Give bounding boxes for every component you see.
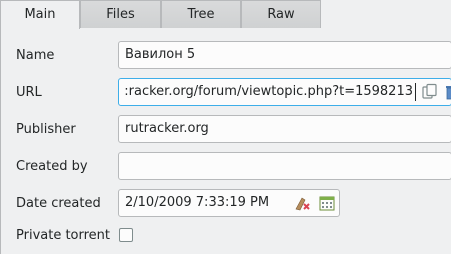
text-cursor (415, 83, 416, 101)
created-by-label: Created by (16, 159, 88, 174)
publisher-label: Publisher (16, 122, 76, 137)
tab-bar: Main Files Tree Raw (0, 0, 451, 29)
url-label: URL (16, 85, 42, 100)
main-panel: Name Вавилон 5 URL :racker.org/forum/vie… (0, 28, 451, 254)
publisher-field[interactable]: rutracker.org (118, 115, 451, 143)
date-created-field[interactable]: 2/10/2009 7:33:19 PM (118, 189, 340, 217)
url-field[interactable]: :racker.org/forum/viewtopic.php?t=159821… (118, 78, 451, 106)
private-torrent-checkbox[interactable] (119, 228, 133, 242)
date-created-label: Date created (16, 196, 101, 211)
private-torrent-label: Private torrent (16, 228, 111, 243)
name-label: Name (16, 48, 55, 63)
trash-icon[interactable] (443, 83, 451, 101)
publisher-value: rutracker.org (125, 121, 209, 136)
tab-tree[interactable]: Tree (161, 0, 241, 28)
name-field[interactable]: Вавилон 5 (118, 41, 451, 69)
tab-main[interactable]: Main (0, 0, 80, 29)
calendar-icon[interactable] (318, 194, 336, 212)
tab-files[interactable]: Files (80, 0, 161, 28)
created-by-field[interactable] (118, 152, 451, 180)
name-value: Вавилон 5 (125, 47, 196, 62)
tab-raw[interactable]: Raw (241, 0, 321, 28)
copy-icon[interactable] (421, 83, 439, 101)
url-value: :racker.org/forum/viewtopic.php?t=159821… (124, 84, 413, 99)
date-created-value: 2/10/2009 7:33:19 PM (125, 195, 270, 210)
url-text-viewport: :racker.org/forum/viewtopic.php?t=159821… (120, 79, 415, 105)
tab-bar-filler (321, 0, 451, 28)
clear-icon[interactable] (293, 194, 311, 212)
